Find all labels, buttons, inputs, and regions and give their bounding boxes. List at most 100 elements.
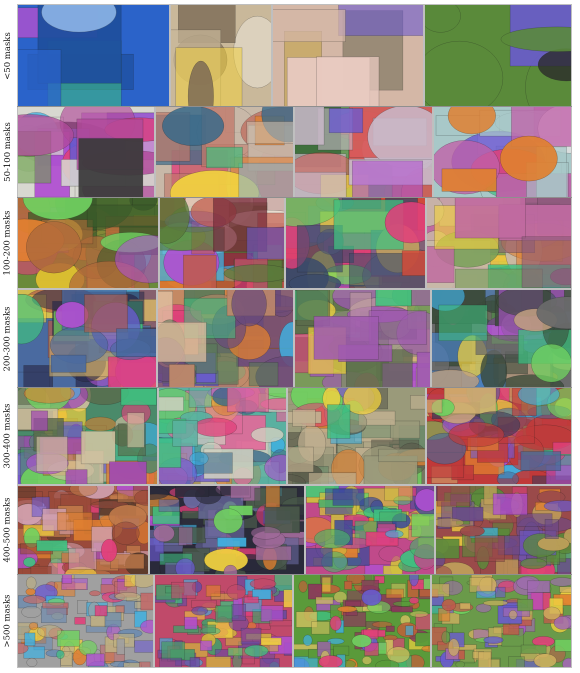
mask-region (385, 625, 395, 632)
mask-region (327, 404, 351, 439)
mask-region (225, 637, 243, 646)
mask-region (55, 301, 89, 329)
mask-region (65, 469, 88, 484)
mask-region (308, 472, 357, 484)
segmentation-overlay (294, 575, 430, 667)
example-image-fruit-vendor-aerial (431, 574, 572, 668)
mask-region (302, 634, 313, 646)
mask-region (238, 162, 293, 197)
segmentation-overlay (18, 486, 148, 574)
mask-region (332, 488, 365, 506)
mask-region (36, 436, 68, 472)
example-image-cart-vendor (17, 197, 159, 289)
mask-region (459, 525, 485, 537)
mask-region (199, 640, 213, 651)
mask-region (459, 602, 471, 610)
mask-region (375, 290, 412, 307)
mask-region (427, 246, 455, 283)
mask-region (56, 649, 65, 659)
example-image-produce-boxes (158, 387, 287, 485)
mask-region (427, 399, 443, 414)
mask-region (193, 417, 238, 437)
row-label-text: 300-400 masks (3, 403, 13, 469)
example-image-plate-of-food (159, 197, 285, 289)
mask-region (21, 605, 42, 618)
mask-region (226, 584, 247, 600)
mask-region (189, 657, 200, 667)
mask-region (189, 451, 209, 466)
example-image-shelves-of-jars (305, 485, 435, 575)
mask-region (405, 625, 414, 636)
mask-region (423, 578, 430, 590)
mask-region (184, 616, 198, 630)
example-image-airplane-runway (272, 4, 424, 107)
row-label-text: 50-100 masks (3, 122, 13, 182)
mask-region (318, 655, 343, 667)
segmentation-overlay (156, 107, 293, 197)
mask-region (175, 486, 210, 497)
mask-region (361, 589, 382, 606)
mask-region (377, 642, 387, 655)
example-image-tower-skyline (433, 106, 572, 198)
mask-region (492, 493, 528, 516)
mask-region (338, 5, 423, 36)
mask-region (411, 513, 434, 538)
mask-region (441, 599, 457, 612)
mask-region (127, 412, 145, 448)
mask-region (527, 580, 551, 593)
mask-region (333, 645, 350, 656)
mask-region (111, 521, 140, 545)
mask-region (473, 629, 489, 639)
mask-region (24, 632, 36, 646)
row-label: 400-500 masks (0, 486, 16, 574)
example-image-produce-display (293, 574, 431, 668)
row-label: 50-100 masks (0, 107, 16, 197)
mask-region (313, 316, 379, 360)
example-image-red-gate-temple (285, 197, 426, 289)
mask-region (474, 535, 505, 562)
mask-region (530, 343, 571, 383)
mask-region (502, 624, 520, 636)
segmentation-overlay (288, 388, 425, 484)
mask-region (201, 624, 216, 633)
mask-region (217, 537, 247, 548)
mask-region (205, 584, 221, 597)
example-image-statue-plaza (294, 106, 433, 198)
row-label-text: 400-500 masks (3, 497, 13, 563)
mask-region (378, 448, 425, 463)
mask-region (139, 661, 151, 667)
mask-region (86, 653, 105, 667)
mask-region (351, 634, 372, 648)
mask-region (306, 547, 333, 567)
mask-region (23, 365, 54, 387)
mask-region (520, 451, 562, 471)
mask-region (384, 529, 404, 539)
mask-region (273, 9, 346, 42)
mask-region (250, 526, 281, 540)
mask-region (436, 486, 471, 507)
mask-region (28, 622, 39, 631)
mask-region (438, 304, 488, 341)
mask-region (344, 580, 353, 590)
mask-region (159, 657, 183, 667)
mask-region (352, 160, 423, 197)
mask-region (544, 519, 559, 539)
mask-region (436, 538, 460, 559)
example-image-wall-closeup (170, 4, 272, 107)
mask-region (37, 624, 62, 638)
mask-region (243, 596, 259, 604)
mask-region (295, 171, 347, 197)
mask-region (25, 588, 36, 596)
segmentation-overlay (434, 107, 571, 197)
mask-region (215, 605, 233, 623)
mask-region (248, 362, 279, 387)
mask-region (124, 575, 136, 587)
mask-region (161, 641, 186, 660)
mask-region (78, 640, 98, 656)
mask-region (18, 486, 36, 498)
example-image-kids-on-field (17, 106, 155, 198)
mask-region (415, 632, 430, 647)
mask-region (441, 168, 497, 192)
mask-region (269, 620, 292, 627)
example-image-shopping-arcade (426, 387, 572, 485)
